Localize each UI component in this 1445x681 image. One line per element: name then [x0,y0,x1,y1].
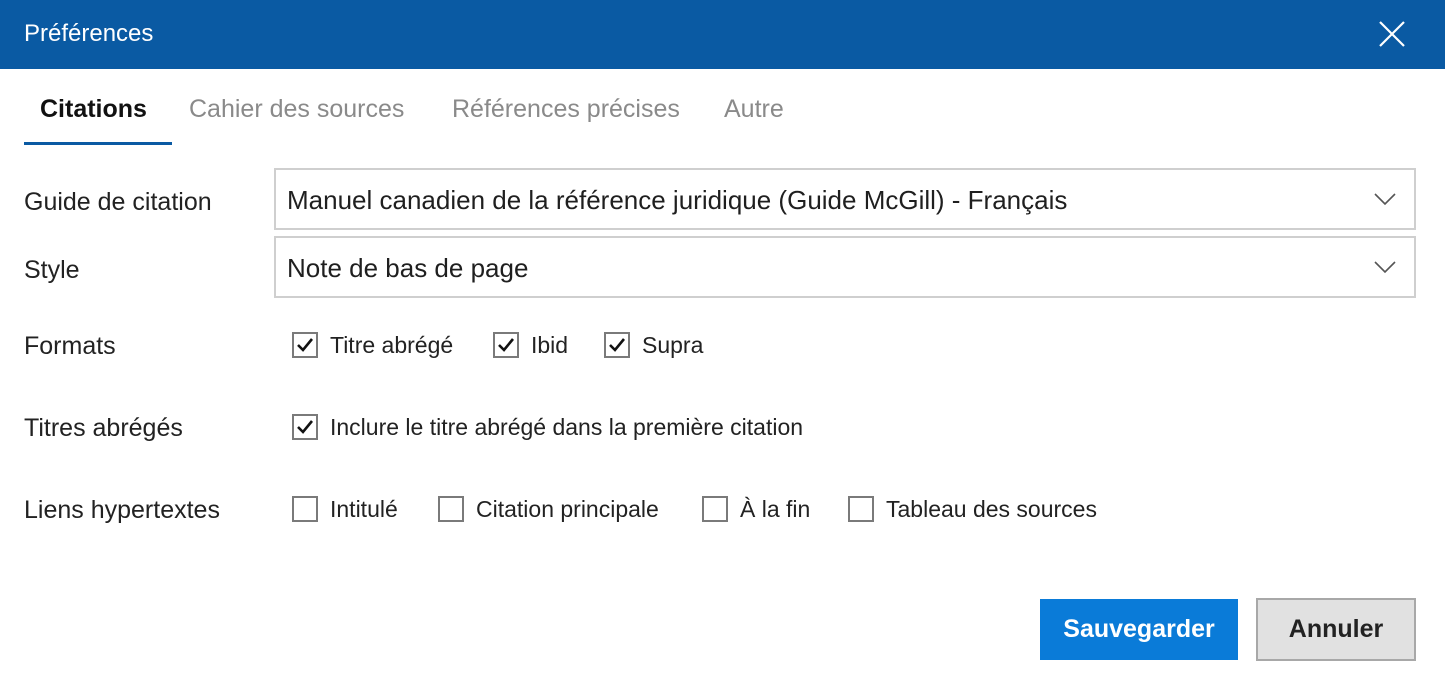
cancel-button[interactable]: Annuler [1256,598,1416,661]
checkbox-tableau-des-sources[interactable]: Tableau des sources [848,494,1097,524]
citation-guide-select[interactable]: Manuel canadien de la référence juridiqu… [274,168,1416,230]
chevron-down-icon [1374,193,1396,206]
short-titles-label: Titres abrégés [24,414,183,442]
dialog-title: Préférences [24,20,154,47]
checkbox-citation-principale[interactable]: Citation principale [438,494,659,524]
checkbox-box [292,496,318,522]
checkbox-label: Intitulé [330,496,398,522]
checkbox-supra[interactable]: Supra [604,330,703,360]
style-select[interactable]: Note de bas de page [274,236,1416,298]
checkbox-label: À la fin [740,496,811,522]
save-button[interactable]: Sauvegarder [1040,599,1238,660]
close-button[interactable] [1370,12,1414,56]
checkbox-titre-abrege[interactable]: Titre abrégé [292,330,453,360]
chevron-down-icon [1374,261,1396,274]
citation-guide-label: Guide de citation [24,188,212,216]
citation-guide-value: Manuel canadien de la référence juridiqu… [287,185,1068,215]
title-bar: Préférences [0,0,1445,69]
close-icon [1379,21,1405,47]
checkbox-intitule[interactable]: Intitulé [292,494,398,524]
style-label: Style [24,256,80,284]
checkbox-label: Titre abrégé [330,332,454,358]
checkmark-icon [297,338,314,352]
checkbox-label: Supra [642,332,704,358]
checkbox-label: Citation principale [476,496,659,522]
checkbox-label: Tableau des sources [886,496,1097,522]
checkbox-label: Inclure le titre abrégé dans la première… [330,414,804,440]
checkbox-box [702,496,728,522]
checkmark-icon [297,420,314,434]
checkbox-label: Ibid [531,332,569,358]
checkbox-box [292,414,318,440]
preferences-dialog: Préférences Citations Cahier des sources… [0,0,1445,681]
checkbox-box [493,332,519,358]
checkbox-include-short-title[interactable]: Inclure le titre abrégé dans la première… [292,412,803,442]
style-value: Note de bas de page [287,253,529,283]
checkbox-box [604,332,630,358]
checkbox-a-la-fin[interactable]: À la fin [702,494,810,524]
tab-autre[interactable]: Autre [724,90,784,128]
tab-citations[interactable]: Citations [40,90,147,128]
checkbox-ibid[interactable]: Ibid [493,330,568,360]
checkmark-icon [498,338,515,352]
checkbox-box [848,496,874,522]
tab-references-precises[interactable]: Références précises [452,90,680,128]
active-tab-indicator [24,142,172,145]
checkmark-icon [609,338,626,352]
checkbox-box [292,332,318,358]
hyperlinks-label: Liens hypertextes [24,496,220,524]
checkbox-box [438,496,464,522]
formats-label: Formats [24,332,116,360]
tab-cahier-des-sources[interactable]: Cahier des sources [189,90,404,128]
